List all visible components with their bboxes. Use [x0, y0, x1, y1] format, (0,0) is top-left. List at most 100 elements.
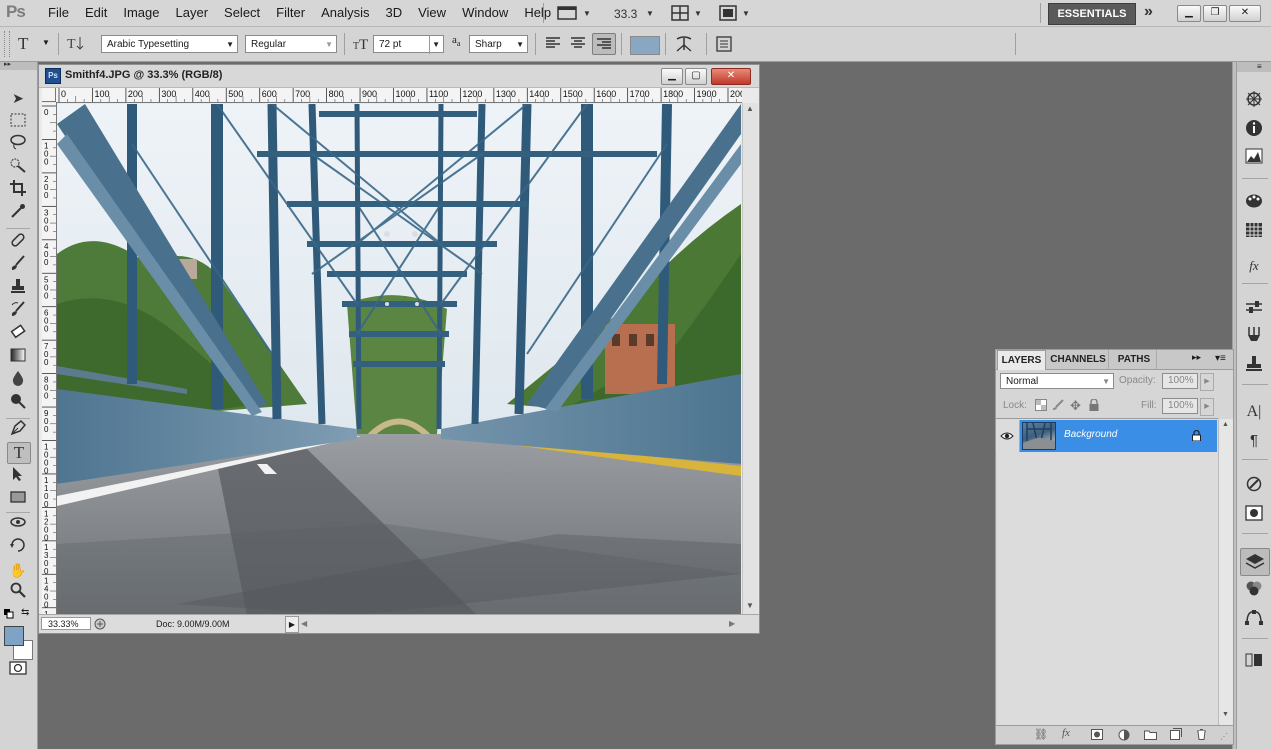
quick-mask-icon[interactable] — [9, 661, 27, 678]
default-colors-icon[interactable] — [4, 608, 14, 622]
styles-panel-icon[interactable]: fx — [1243, 255, 1265, 277]
layer-row-background[interactable]: Background — [996, 420, 1217, 452]
dodge-tool-icon[interactable] — [7, 393, 29, 413]
foreground-color-swatch[interactable] — [4, 626, 24, 646]
menu-layer[interactable]: Layer — [168, 0, 217, 26]
font-size-select[interactable]: 72 pt ▼ — [373, 35, 444, 54]
align-right-icon[interactable] — [592, 33, 616, 55]
panel-collapse-icon[interactable]: ▸▸ — [1192, 352, 1201, 363]
delete-layer-icon[interactable] — [1196, 728, 1207, 743]
menu-view[interactable]: View — [410, 0, 454, 26]
hand-tool-icon[interactable]: ✋ — [7, 560, 29, 580]
marquee-tool-icon[interactable] — [7, 112, 29, 132]
tab-channels[interactable]: CHANNELS — [1048, 350, 1109, 369]
vertical-ruler[interactable]: 0100200300400500600700800900100011001200… — [42, 103, 57, 615]
menu-image[interactable]: Image — [115, 0, 167, 26]
swatches-panel-icon[interactable] — [1243, 222, 1265, 244]
adjustments-panel-icon[interactable] — [1243, 298, 1265, 320]
doc-minimize-icon[interactable]: ▁ — [661, 68, 683, 85]
resize-grip-icon[interactable]: ⋰ — [1220, 732, 1228, 741]
status-info-icon[interactable] — [94, 618, 106, 636]
histogram-panel-icon[interactable] — [1243, 148, 1265, 170]
font-style-select[interactable]: Regular ▼ — [245, 35, 337, 53]
eraser-tool-icon[interactable] — [7, 324, 29, 344]
panel-strip-menu-icon[interactable]: ≡ — [1257, 62, 1262, 72]
vertical-scrollbar[interactable]: ▲ ▼ — [742, 103, 758, 614]
horizontal-ruler[interactable]: 0 100 200 300 400 500 600 700 800 900 1000 1100 1200… — [56, 88, 742, 103]
color-panel-icon[interactable] — [1243, 193, 1265, 215]
menu-help[interactable]: Help — [516, 0, 559, 26]
menu-edit[interactable]: Edit — [77, 0, 115, 26]
align-center-icon[interactable] — [570, 36, 586, 53]
warp-text-icon[interactable] — [674, 35, 694, 56]
link-layers-icon[interactable]: ⛓ — [1034, 728, 1048, 741]
scroll-right-icon[interactable]: ▶ — [729, 615, 735, 633]
screen-mode-icon[interactable] — [718, 4, 738, 24]
zoom-dropdown-icon[interactable]: ▼ — [645, 4, 655, 24]
scroll-down-icon[interactable]: ▼ — [746, 601, 754, 610]
lock-transparent-icon[interactable] — [1035, 399, 1047, 414]
rectangle-tool-icon[interactable] — [7, 489, 29, 509]
new-layer-icon[interactable] — [1170, 728, 1182, 743]
quick-selection-tool-icon[interactable] — [7, 157, 29, 177]
info-panel-icon[interactable] — [1243, 119, 1265, 141]
eye-icon[interactable] — [1000, 431, 1014, 441]
menu-select[interactable]: Select — [216, 0, 268, 26]
character-panel-icon[interactable] — [715, 36, 733, 55]
zoom-tool-icon[interactable] — [7, 582, 29, 602]
ruler-origin[interactable] — [42, 88, 56, 102]
align-left-icon[interactable] — [545, 36, 561, 53]
layers-panel-icon[interactable] — [1240, 548, 1270, 576]
arrange-documents-icon[interactable] — [670, 4, 690, 24]
paragraph-panel-icon[interactable]: ¶ — [1243, 430, 1265, 452]
launch-bridge-icon[interactable] — [556, 4, 578, 24]
new-group-icon[interactable] — [1144, 729, 1157, 743]
text-color-swatch[interactable] — [630, 36, 660, 55]
clone-stamp-tool-icon[interactable] — [7, 278, 29, 298]
character-panel-strip-icon[interactable]: A| — [1243, 401, 1265, 423]
document-title-bar[interactable]: Ps Smithf4.JPG @ 33.3% (RGB/8) ▁ ▢ ✕ — [39, 65, 759, 88]
bridge-dropdown-icon[interactable]: ▼ — [582, 4, 592, 24]
zoom-level-value[interactable]: 33.3 — [613, 4, 638, 24]
channels-panel-icon[interactable] — [1243, 580, 1265, 602]
layer-visibility-cell[interactable] — [996, 420, 1020, 452]
layer-name[interactable]: Background — [1064, 429, 1117, 440]
opacity-input[interactable]: 100% — [1162, 373, 1198, 389]
gradient-tool-icon[interactable] — [7, 347, 29, 367]
navigator-panel-icon[interactable] — [1243, 90, 1265, 112]
screen-mode-dropdown-icon[interactable]: ▼ — [741, 4, 751, 24]
workspace-more-icon[interactable]: » — [1144, 3, 1153, 21]
spot-healing-tool-icon[interactable] — [7, 232, 29, 252]
history-brush-tool-icon[interactable] — [7, 301, 29, 321]
menu-file[interactable]: File — [40, 0, 77, 26]
menu-window[interactable]: Window — [454, 0, 516, 26]
scroll-up-icon[interactable]: ▲ — [1222, 421, 1229, 428]
anti-aliasing-select[interactable]: Sharp ▼ — [469, 35, 528, 53]
fill-slider-arrow-icon[interactable]: ▶ — [1200, 398, 1214, 416]
clone-source-panel-icon[interactable] — [1243, 476, 1265, 498]
image-canvas[interactable] — [57, 104, 741, 615]
paths-panel-icon[interactable] — [1243, 609, 1265, 631]
type-tool-icon[interactable]: T — [7, 442, 31, 464]
scroll-up-icon[interactable]: ▲ — [746, 104, 754, 113]
add-mask-icon[interactable] — [1091, 729, 1103, 743]
restore-window-icon[interactable]: ❐ — [1203, 5, 1227, 22]
zoom-field[interactable]: 33.33% — [41, 617, 91, 630]
tab-layers[interactable]: LAYERS — [997, 350, 1046, 370]
tool-preset-dropdown-icon[interactable]: ▼ — [42, 38, 50, 47]
brushes-panel-icon[interactable] — [1243, 505, 1265, 527]
menu-analysis[interactable]: Analysis — [313, 0, 377, 26]
pen-tool-icon[interactable] — [7, 419, 29, 440]
crop-tool-icon[interactable] — [7, 180, 29, 200]
lock-image-pixels-icon[interactable] — [1052, 399, 1064, 414]
layers-scrollbar[interactable]: ▲ ▼ — [1218, 419, 1233, 725]
scroll-left-icon[interactable]: ◀ — [301, 615, 307, 633]
scroll-down-icon[interactable]: ▼ — [1222, 711, 1229, 718]
animation-panel-icon[interactable] — [1243, 652, 1265, 674]
close-window-icon[interactable]: ✕ — [1229, 5, 1261, 22]
panel-menu-icon[interactable]: ▾≡ — [1215, 353, 1226, 364]
opacity-slider-arrow-icon[interactable]: ▶ — [1200, 373, 1214, 391]
lock-all-icon[interactable] — [1089, 398, 1099, 414]
menu-filter[interactable]: Filter — [268, 0, 313, 26]
blur-tool-icon[interactable] — [7, 370, 29, 390]
